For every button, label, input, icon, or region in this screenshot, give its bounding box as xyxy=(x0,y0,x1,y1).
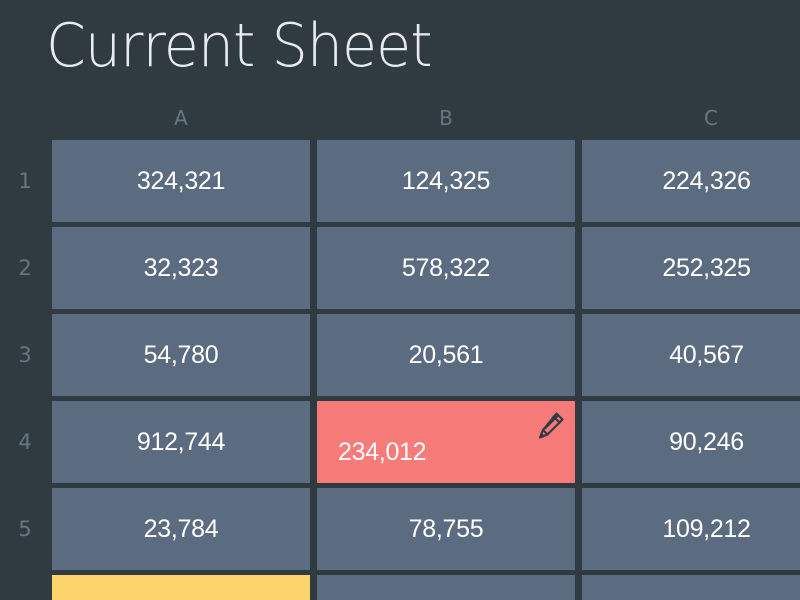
cell-a4[interactable]: 912,744 xyxy=(52,401,310,483)
cell-b4-value[interactable]: 234,012 xyxy=(338,438,427,467)
cell-a2[interactable]: 32,323 xyxy=(52,227,310,309)
cell-b5[interactable]: 78,755 xyxy=(317,488,575,570)
cell-a3[interactable]: 54,780 xyxy=(52,314,310,396)
cell-b1[interactable]: 124,325 xyxy=(317,140,575,222)
cell-b4-active[interactable]: 234,012 xyxy=(317,401,575,483)
row-header-1[interactable]: 1 xyxy=(0,167,50,195)
column-header-a[interactable]: A xyxy=(52,104,310,132)
sheet-title: Current Sheet xyxy=(46,11,433,81)
cell-c6[interactable] xyxy=(582,575,800,600)
cell-c3[interactable]: 40,567 xyxy=(582,314,800,396)
cell-b6[interactable] xyxy=(317,575,575,600)
cell-c5[interactable]: 109,212 xyxy=(582,488,800,570)
column-header-c[interactable]: C xyxy=(582,104,800,132)
cell-c1[interactable]: 224,326 xyxy=(582,140,800,222)
cell-c2[interactable]: 252,325 xyxy=(582,227,800,309)
row-header-4[interactable]: 4 xyxy=(0,428,50,456)
column-header-b[interactable]: B xyxy=(317,104,575,132)
cell-a6[interactable] xyxy=(52,575,310,600)
cell-a5[interactable]: 23,784 xyxy=(52,488,310,570)
cell-b3[interactable]: 20,561 xyxy=(317,314,575,396)
row-header-3[interactable]: 3 xyxy=(0,341,50,369)
pencil-icon[interactable] xyxy=(535,409,567,443)
cell-c4[interactable]: 90,246 xyxy=(582,401,800,483)
row-header-5[interactable]: 5 xyxy=(0,515,50,543)
cell-b2[interactable]: 578,322 xyxy=(317,227,575,309)
cell-a1[interactable]: 324,321 xyxy=(52,140,310,222)
row-header-2[interactable]: 2 xyxy=(0,254,50,282)
